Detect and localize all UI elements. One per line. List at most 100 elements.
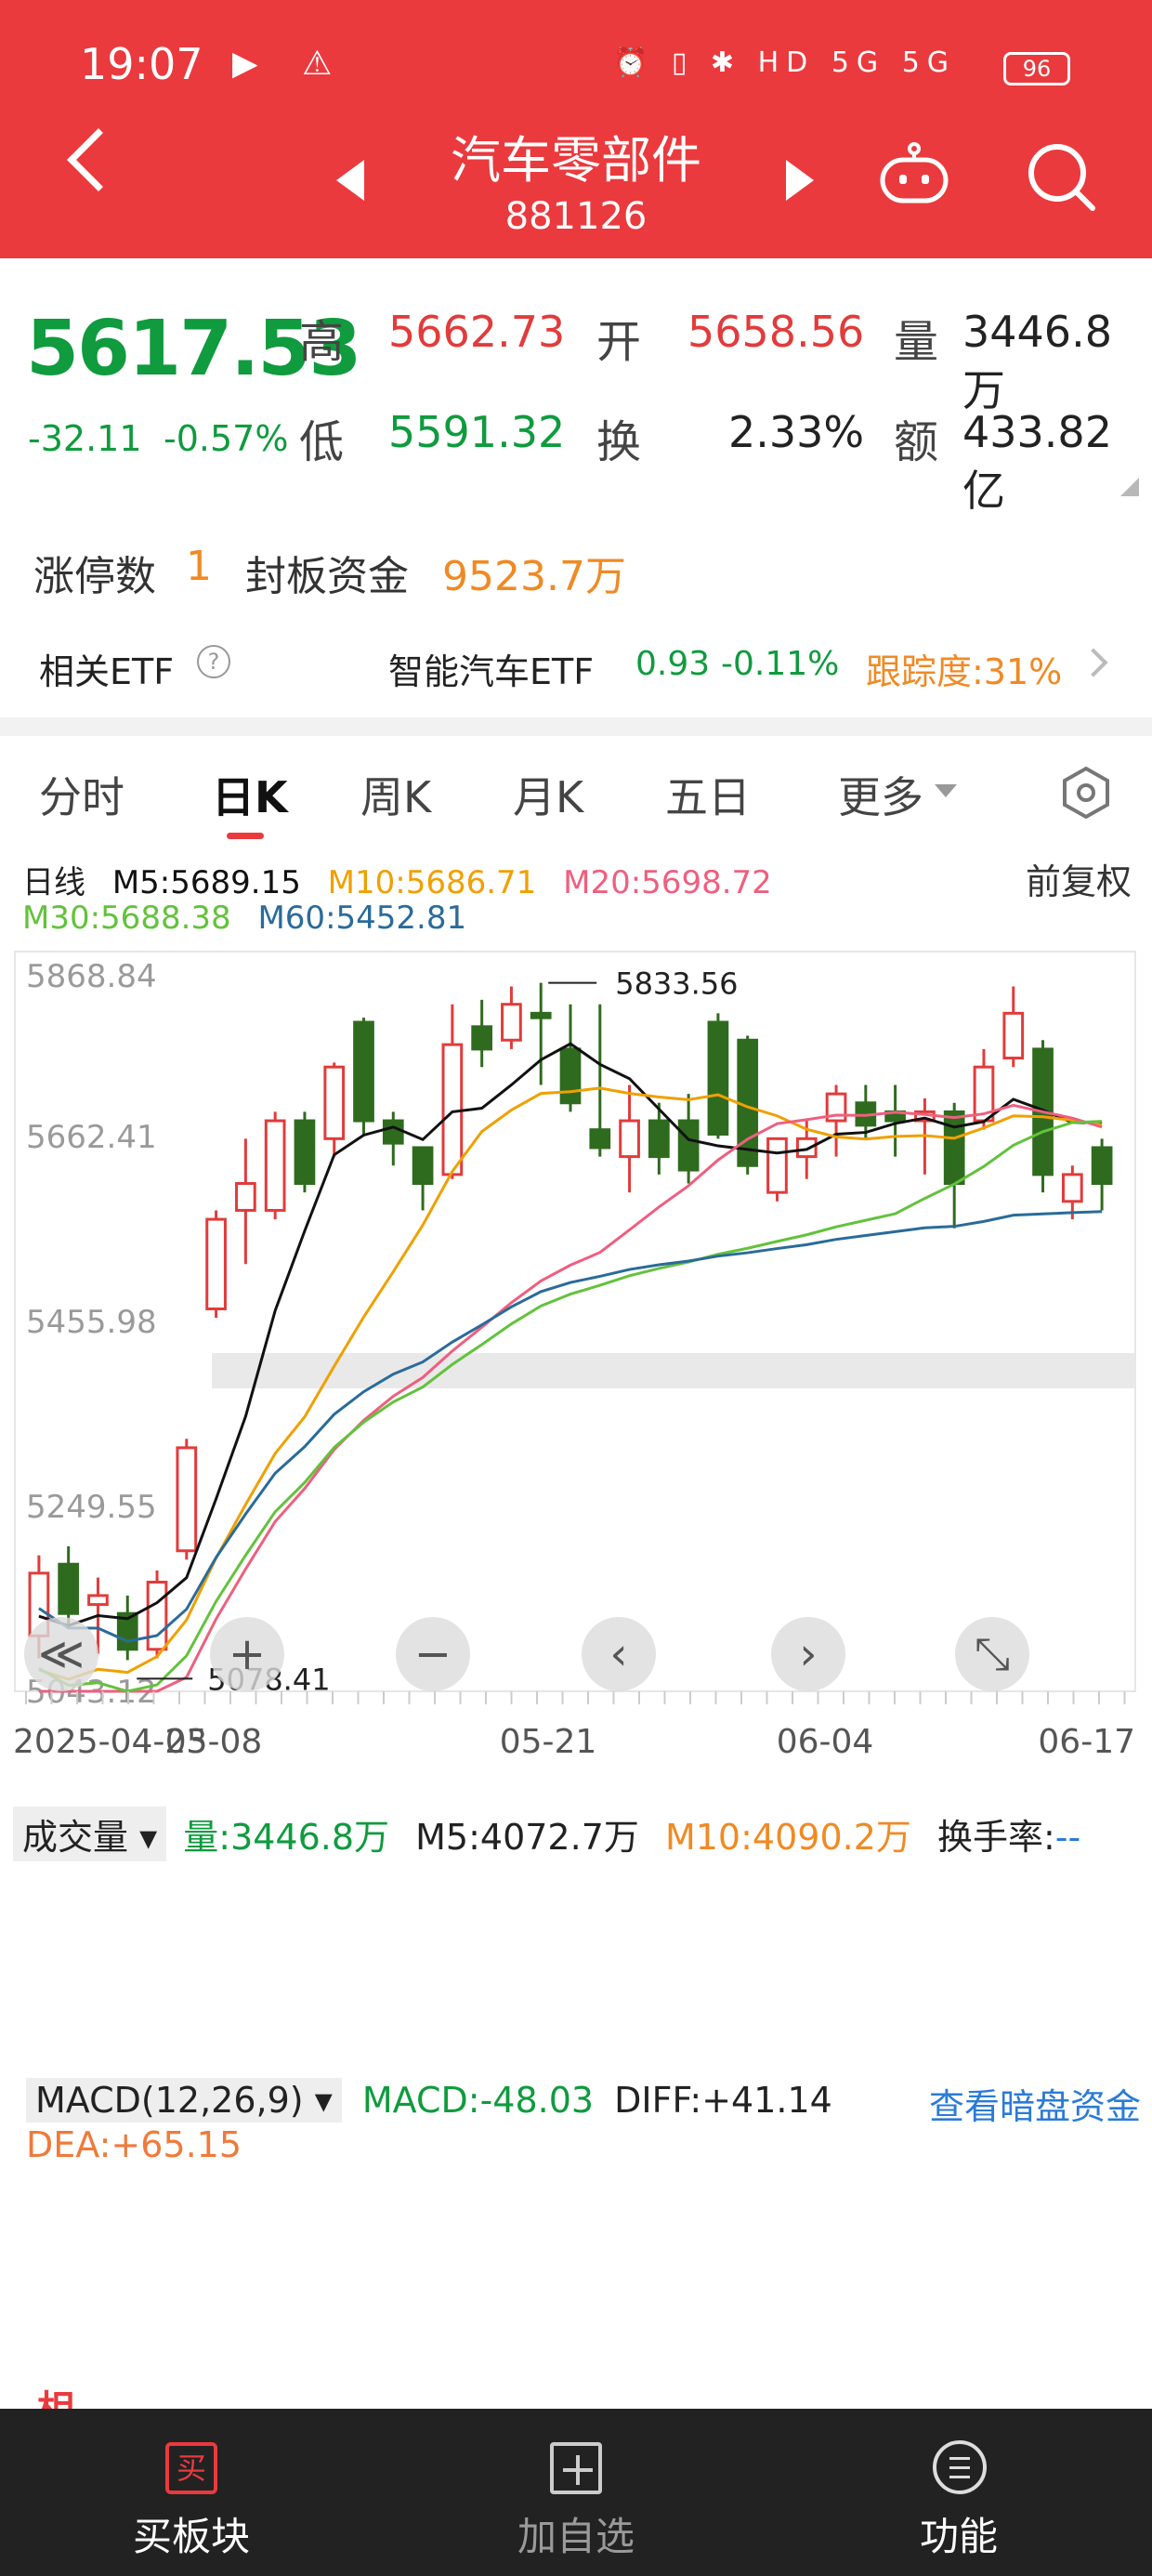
add-watchlist-button[interactable]: 加自选: [437, 2409, 715, 2576]
etf-price: 0.93: [635, 645, 711, 683]
buy-sector-button[interactable]: 买 买板块: [52, 2409, 331, 2576]
chevron-left-icon-glyph: ‹: [609, 1628, 627, 1680]
volume-indicator-select[interactable]: 成交量 ▾: [13, 1807, 167, 1861]
candle-body: [766, 1137, 788, 1194]
candle-body: [648, 1119, 670, 1159]
adjust-mode-button[interactable]: 前复权: [1026, 853, 1132, 904]
bottom-action-bar: 买 买板块 加自选 功能: [0, 2409, 1152, 2576]
candle-body: [205, 1217, 227, 1310]
tab-five-day[interactable]: 五日: [665, 764, 751, 825]
robot-assistant-icon[interactable]: [877, 141, 951, 204]
low-value: 5591.32: [388, 407, 566, 457]
status-time: 19:07: [80, 39, 203, 89]
back-icon[interactable]: [67, 128, 130, 191]
caret-down-icon: [935, 784, 957, 797]
app-header: 19:07 ▶ ⚠ ⏰ ▯ ✱ HD 5G 5G 96 汽车零部件 881126: [0, 0, 1152, 258]
next-sector-icon[interactable]: [786, 160, 814, 201]
day-line-label: 日线: [22, 864, 85, 901]
dark-pool-link[interactable]: 查看暗盘资金: [929, 2078, 1141, 2129]
candle-body: [707, 1020, 729, 1137]
candle-body: [294, 1119, 316, 1186]
etf-change-pct: -0.11%: [721, 645, 840, 683]
high-value: 5662.73: [388, 307, 566, 357]
y-tick-label: 5662.41: [26, 1119, 157, 1156]
limit-up-count: 1: [186, 543, 212, 590]
ma20-line: [38, 1103, 1103, 1693]
buy-sector-label: 买板块: [132, 2514, 250, 2559]
volume-header: 成交量 ▾ 量:3446.8万 M5:4072.7万 M10:4090.2万 换…: [13, 1807, 1152, 1862]
macd-header: MACD(12,26,9) ▾ MACD:-48.03 DIFF:+41.14 …: [26, 2078, 1141, 2165]
candle-body: [501, 1003, 522, 1042]
hd-icon: HD: [757, 46, 816, 79]
macd-value-label: MACD:-48.03: [361, 2080, 595, 2121]
candle-body: [1002, 1011, 1025, 1060]
candle-body: [589, 1128, 611, 1150]
tab-daily-k[interactable]: 日K: [212, 764, 288, 825]
macd-title: MACD(12,26,9): [35, 2080, 304, 2121]
kline-chart[interactable]: 5868.845662.415455.985249.555043.125833.…: [0, 939, 1152, 1821]
candle-body: [677, 1119, 700, 1172]
tab-weekly-k[interactable]: 周K: [360, 764, 431, 825]
candle-body: [146, 1581, 168, 1651]
turnover-rate-label: 换手率:: [936, 1817, 1055, 1858]
tab-more[interactable]: 更多: [838, 764, 923, 825]
open-value: 5658.56: [687, 307, 865, 357]
functions-label: 功能: [919, 2514, 998, 2559]
help-icon[interactable]: ?: [197, 645, 230, 678]
candle-body: [264, 1119, 286, 1212]
quote-panel: 5617.53 -32.11 -0.57% 高 5662.73 开 5658.5…: [0, 258, 1152, 723]
functions-button[interactable]: 功能: [819, 2409, 1098, 2576]
volume-label: 量: [894, 316, 939, 368]
volume-title: 成交量: [22, 1817, 129, 1858]
tab-monthly-k[interactable]: 月K: [513, 764, 583, 825]
ma30-label: M30:5688.38: [22, 900, 231, 937]
amount-label: 额: [894, 416, 939, 468]
candle-body: [235, 1182, 256, 1212]
chevron-right-icon: [1079, 648, 1108, 677]
settings-hex-icon[interactable]: [1059, 766, 1113, 820]
ma30-line: [38, 1120, 1103, 1693]
candle-body: [58, 1562, 80, 1615]
etf-name: 智能汽车ETF: [388, 651, 595, 692]
candle-body: [441, 1043, 464, 1176]
ma20-label: M20:5698.72: [563, 864, 772, 901]
y-tick-label: 5249.55: [26, 1489, 157, 1526]
period-tabs: 分时 日K 周K 月K 五日 更多: [0, 743, 1152, 846]
turnover-value: 2.33%: [728, 407, 865, 457]
candle-body: [619, 1119, 640, 1159]
add-watchlist-label: 加自选: [517, 2514, 635, 2559]
limit-up-label: 涨停数: [33, 553, 156, 600]
system-icons: ⏰ ▯ ✱ HD 5G 5G: [613, 46, 957, 79]
expand-corner-icon[interactable]: [1120, 478, 1139, 496]
price-change-pct: -0.57%: [164, 418, 289, 459]
candle-body: [412, 1146, 434, 1186]
related-etf-row[interactable]: 相关ETF ? 智能汽车ETF 0.93 -0.11% 跟踪度:31%: [0, 634, 1152, 708]
ma5-label: M5:5689.15: [111, 864, 301, 901]
amount-value: 433.82亿: [962, 407, 1112, 516]
y-tick-label: 5868.84: [26, 958, 157, 995]
low-label: 低: [299, 416, 345, 468]
search-icon[interactable]: [1026, 141, 1096, 212]
volume-m5-label: M5:4072.7万: [415, 1817, 639, 1858]
candle-body: [471, 1025, 493, 1051]
high-label: 高: [299, 316, 345, 368]
volume-value: 3446.8万: [962, 307, 1112, 415]
seal-fund-label: 封板资金: [245, 553, 409, 600]
macd-indicator-select[interactable]: MACD(12,26,9) ▾: [26, 2078, 342, 2123]
prev-sector-icon[interactable]: [336, 160, 364, 201]
fullscreen-icon-glyph: ⤡: [975, 1628, 1010, 1680]
tab-intraday[interactable]: 分时: [39, 764, 124, 825]
candle-body: [323, 1065, 346, 1140]
page-title: 汽车零部件: [451, 131, 701, 190]
plus-square-icon: [550, 2442, 602, 2494]
candle-body: [87, 1594, 109, 1607]
chevron-right-icon-glyph: ›: [799, 1628, 817, 1680]
x-tick-label: 06-17: [1038, 1723, 1135, 1761]
candle-body: [353, 1020, 374, 1123]
related-etf-label: 相关ETF: [39, 651, 175, 692]
menu-circle-icon: [933, 2440, 987, 2494]
turnover-label: 换: [596, 416, 642, 468]
active-tab-indicator: [227, 833, 264, 839]
x-tick-label: 05-21: [500, 1723, 597, 1761]
x-tick-label: 06-04: [777, 1723, 874, 1761]
